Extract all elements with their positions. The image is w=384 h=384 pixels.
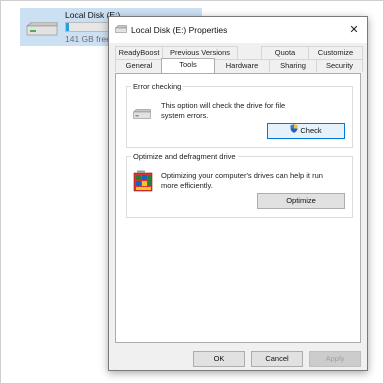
defrag-icon xyxy=(133,170,153,194)
tab-sharing[interactable]: Sharing xyxy=(269,59,317,72)
dialog-titlebar[interactable]: Local Disk (E:) Properties ✕ xyxy=(109,17,367,43)
error-checking-title: Error checking xyxy=(131,82,184,91)
hard-drive-icon xyxy=(132,109,151,121)
drive-title-icon xyxy=(114,25,127,35)
optimize-description: Optimizing your computer's drives can he… xyxy=(161,171,323,190)
ok-button[interactable]: OK xyxy=(193,351,245,367)
tab-readyboost[interactable]: ReadyBoost xyxy=(115,46,163,59)
drive-free-space: 141 GB free xyxy=(65,34,111,44)
tab-tools[interactable]: Tools xyxy=(161,58,215,73)
uac-shield-icon xyxy=(290,124,298,138)
tab-customize[interactable]: Customize xyxy=(308,46,363,59)
error-checking-description: This option will check the drive for fil… xyxy=(161,101,286,120)
drive-usage-fill xyxy=(66,23,69,31)
optimize-button[interactable]: Optimize xyxy=(257,193,345,209)
tab-general[interactable]: General xyxy=(115,59,163,72)
close-button[interactable]: ✕ xyxy=(343,19,365,41)
cancel-button[interactable]: Cancel xyxy=(251,351,303,367)
tab-security[interactable]: Security xyxy=(316,59,363,72)
hard-drive-icon xyxy=(26,21,58,38)
tab-hardware[interactable]: Hardware xyxy=(214,59,270,72)
error-checking-group: Error checking This option will check th… xyxy=(126,82,353,148)
dialog-title: Local Disk (E:) Properties xyxy=(131,25,228,35)
optimize-title: Optimize and defragment drive xyxy=(131,152,238,161)
check-button[interactable]: Check xyxy=(267,123,345,139)
apply-button[interactable]: Apply xyxy=(309,351,361,367)
properties-dialog: Local Disk (E:) Properties ✕ ReadyBoost … xyxy=(108,16,368,371)
tab-quota[interactable]: Quota xyxy=(261,46,309,59)
check-button-label: Check xyxy=(300,126,322,135)
tools-tab-panel: Error checking This option will check th… xyxy=(115,73,361,343)
optimize-group: Optimize and defragment drive Optimizing… xyxy=(126,152,353,218)
